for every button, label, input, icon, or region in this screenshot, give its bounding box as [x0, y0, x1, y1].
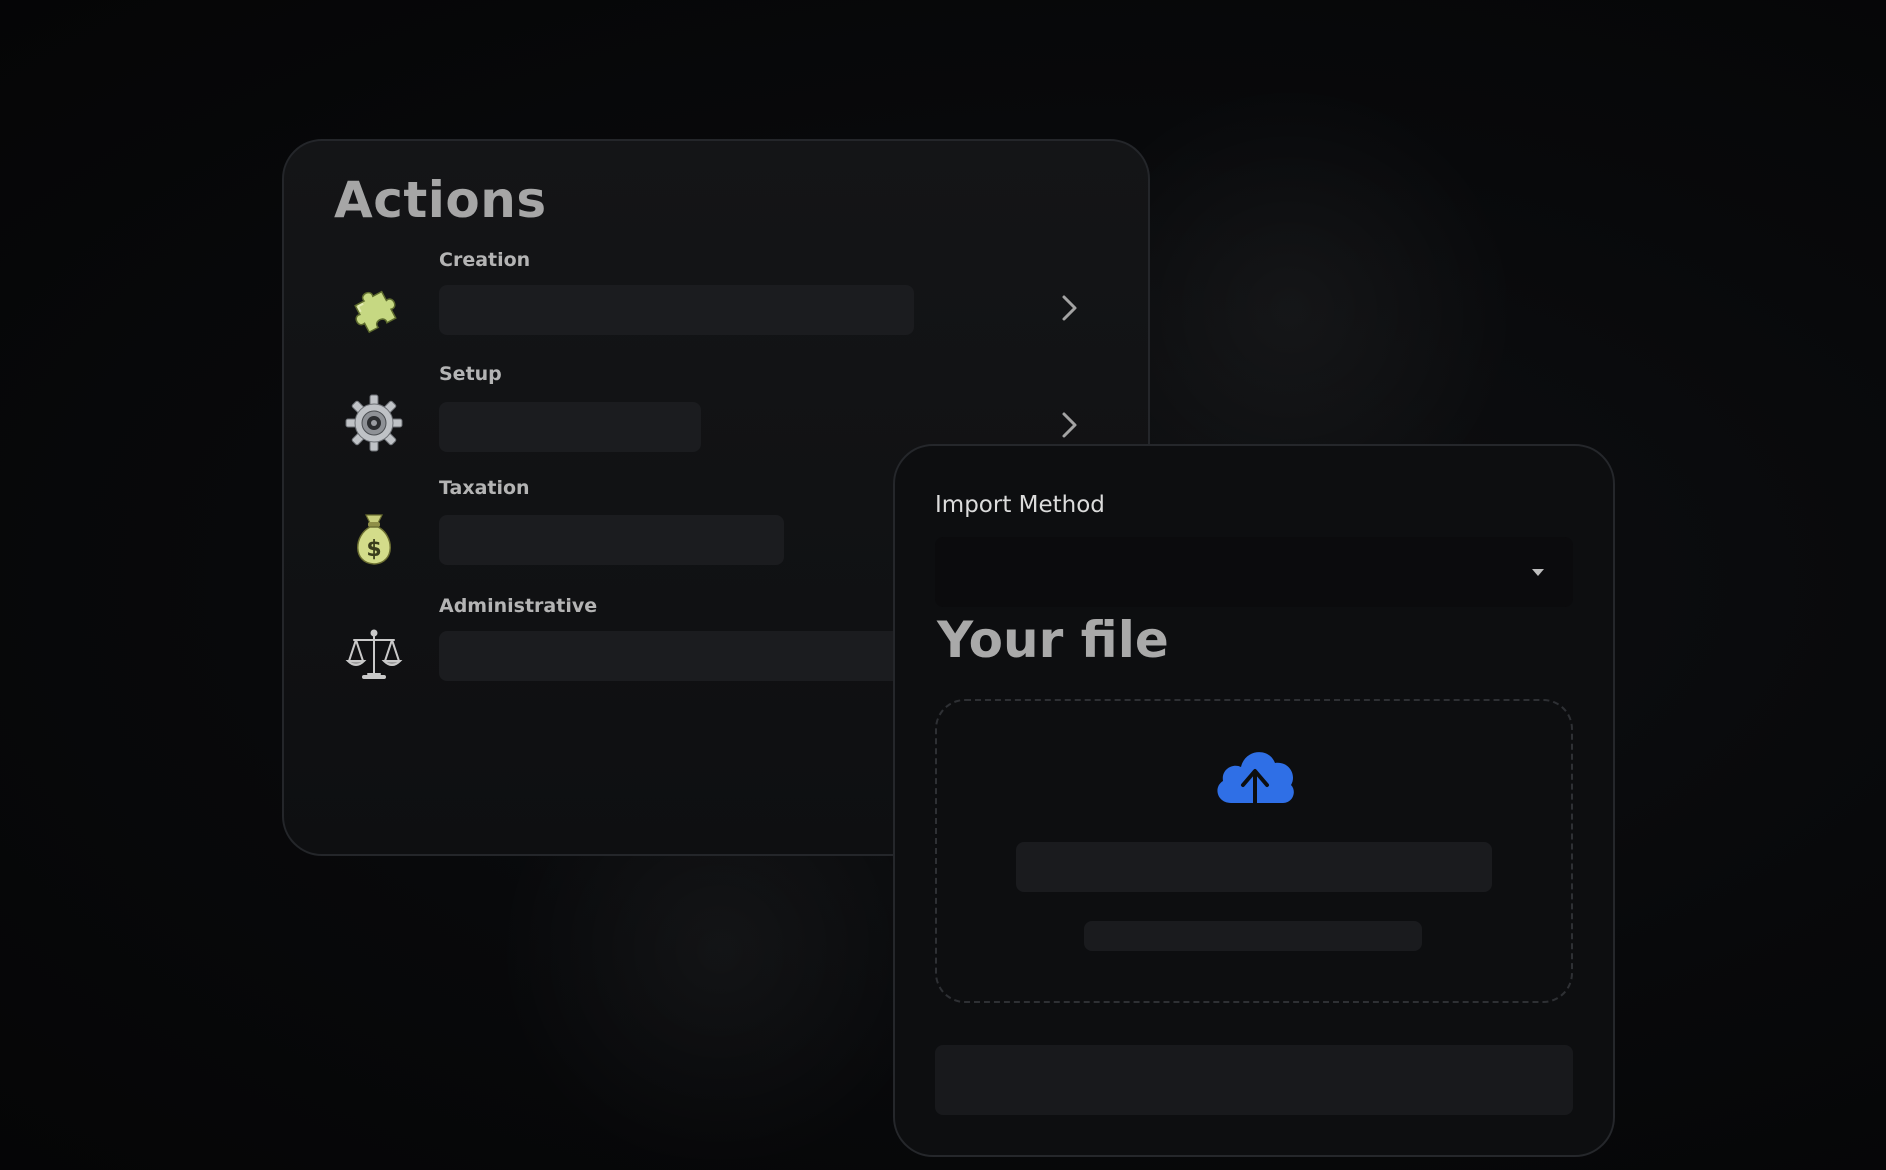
file-dropzone[interactable] [935, 699, 1573, 1003]
import-method-select[interactable] [935, 537, 1573, 607]
chevron-right-icon[interactable] [1054, 404, 1084, 446]
dropzone-subtext-placeholder [1084, 921, 1422, 951]
balance-scale-icon [344, 625, 404, 685]
actions-title: Actions [334, 171, 547, 229]
gear-icon [344, 393, 404, 453]
import-method-label: Import Method [935, 492, 1105, 518]
puzzle-piece-icon [344, 277, 404, 337]
action-label-creation: Creation [439, 249, 531, 271]
action-label-administrative: Administrative [439, 595, 598, 617]
caret-down-icon [1529, 563, 1547, 581]
action-label-taxation: Taxation [439, 477, 530, 499]
import-submit-button[interactable] [935, 1045, 1573, 1115]
chevron-right-icon[interactable] [1054, 287, 1084, 329]
cloud-upload-icon [1211, 741, 1299, 817]
svg-text:$: $ [366, 537, 381, 562]
action-label-setup: Setup [439, 363, 502, 385]
dropzone-text-placeholder [1016, 842, 1492, 892]
money-bag-icon: $ [344, 509, 404, 569]
administrative-description-placeholder [439, 631, 919, 681]
creation-description-placeholder [439, 285, 914, 335]
setup-description-placeholder [439, 402, 701, 452]
your-file-title: Your file [937, 611, 1169, 669]
action-row-creation[interactable]: Creation [284, 249, 1148, 349]
import-card: Import Method Your file [893, 444, 1615, 1157]
taxation-description-placeholder [439, 515, 784, 565]
